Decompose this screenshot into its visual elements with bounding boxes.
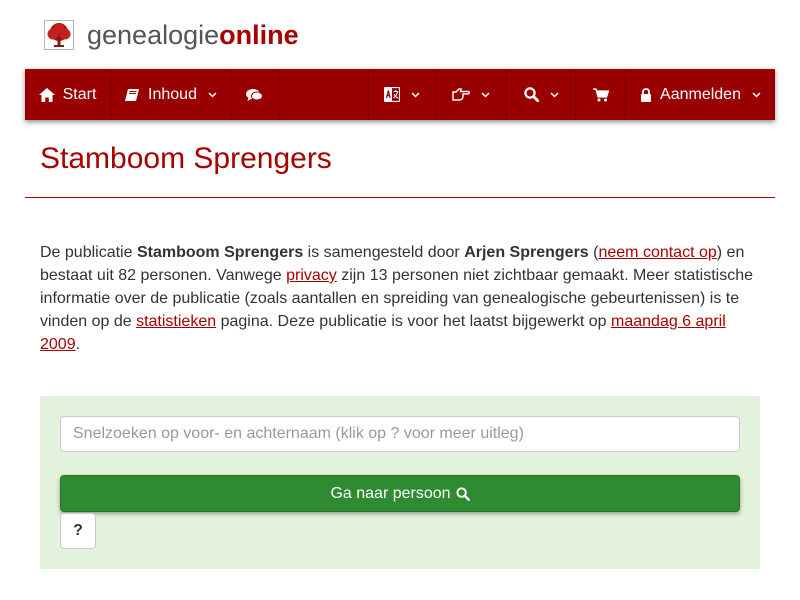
nav-share[interactable] bbox=[436, 69, 507, 120]
nav-shop[interactable] bbox=[576, 69, 626, 120]
main-navbar: Start Inhoud Aanmelden bbox=[25, 69, 775, 120]
statistics-link[interactable]: statistieken bbox=[136, 313, 216, 330]
brand[interactable]: genealogieonline bbox=[44, 18, 299, 52]
nav-search[interactable] bbox=[507, 69, 576, 120]
nav-start[interactable]: Start bbox=[25, 69, 111, 120]
language-icon bbox=[384, 87, 400, 102]
intro-text: is samengesteld door bbox=[303, 244, 465, 261]
tree-logo-icon bbox=[44, 20, 74, 50]
page-title: Stamboom Sprengers bbox=[40, 142, 332, 175]
search-help-button[interactable]: ? bbox=[60, 513, 96, 549]
nav-login[interactable]: Aanmelden bbox=[626, 69, 775, 120]
quick-search-input[interactable] bbox=[60, 416, 740, 452]
brand-name-main: genealogie bbox=[87, 20, 220, 50]
privacy-link[interactable]: privacy bbox=[286, 267, 337, 284]
go-to-person-button[interactable]: Ga naar persoon bbox=[60, 475, 740, 512]
nav-start-label: Start bbox=[62, 85, 97, 103]
chevron-down-icon bbox=[411, 91, 420, 98]
search-icon bbox=[523, 87, 539, 102]
author-name: Arjen Sprengers bbox=[464, 244, 589, 261]
nav-inhoud[interactable]: Inhoud bbox=[111, 69, 231, 120]
brand-name: genealogieonline bbox=[87, 18, 299, 52]
intro-text: pagina. Deze publicatie is voor het laat… bbox=[216, 313, 612, 330]
home-icon bbox=[38, 87, 55, 102]
chevron-down-icon bbox=[549, 91, 559, 98]
brand-name-accent: online bbox=[219, 20, 299, 50]
book-icon bbox=[125, 88, 140, 101]
intro-text: . bbox=[75, 336, 81, 353]
contact-link[interactable]: neem contact op bbox=[598, 244, 716, 261]
chevron-down-icon bbox=[481, 91, 490, 98]
nav-inhoud-label: Inhoud bbox=[148, 85, 197, 103]
title-divider bbox=[25, 197, 775, 198]
comments-icon bbox=[246, 88, 263, 101]
hand-pointing-icon bbox=[452, 88, 470, 101]
nav-language[interactable] bbox=[368, 69, 436, 120]
intro-text: De publicatie bbox=[40, 244, 137, 261]
shopping-cart-icon bbox=[592, 87, 609, 101]
chevron-down-icon bbox=[752, 91, 761, 98]
go-to-person-label: Ga naar persoon bbox=[330, 484, 451, 502]
chevron-down-icon bbox=[208, 91, 217, 98]
search-icon bbox=[455, 486, 470, 501]
lock-icon bbox=[641, 87, 652, 102]
intro-text: ( bbox=[588, 244, 599, 261]
nav-forum[interactable] bbox=[231, 69, 279, 120]
publication-intro: De publicatie Stamboom Sprengers is same… bbox=[40, 241, 762, 356]
publication-name: Stamboom Sprengers bbox=[136, 244, 304, 261]
nav-login-label: Aanmelden bbox=[660, 85, 741, 103]
quick-search-panel: Ga naar persoon ? bbox=[40, 396, 760, 569]
